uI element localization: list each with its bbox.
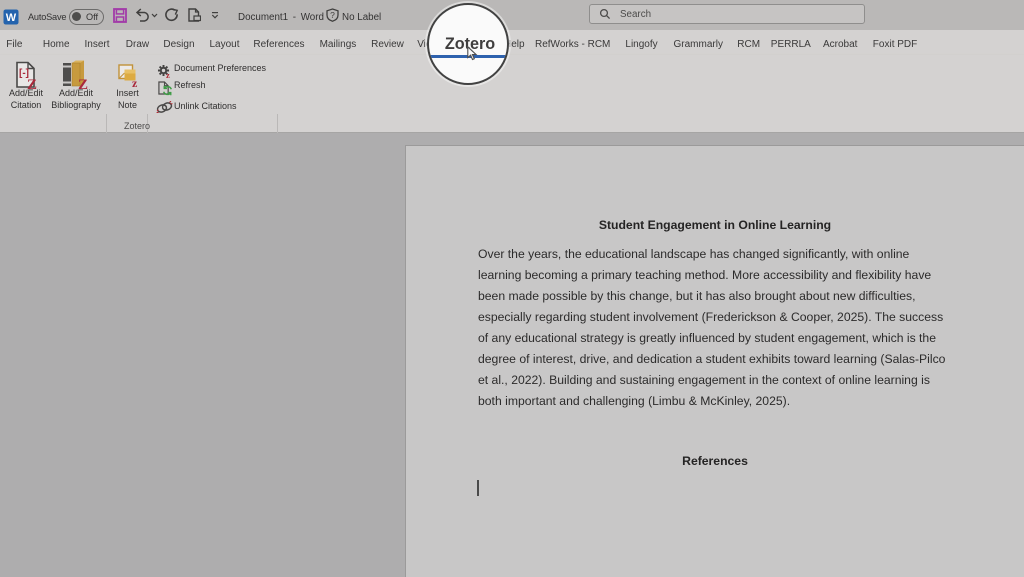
svg-text:?: ? [330,10,335,20]
svg-text:z: z [132,76,138,88]
svg-text:W: W [6,12,17,24]
